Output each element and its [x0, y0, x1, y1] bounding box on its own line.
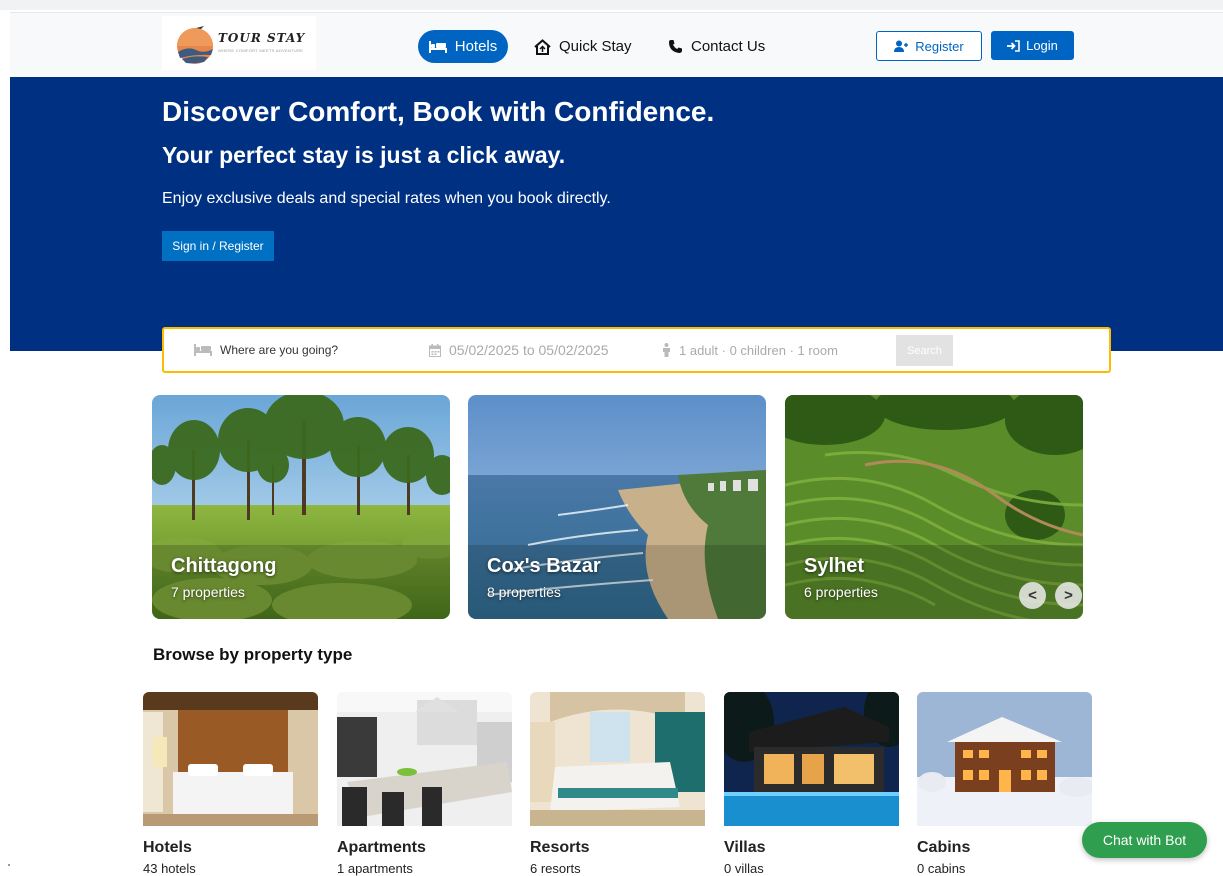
person-icon — [663, 343, 670, 357]
property-type-count: 0 villas — [724, 861, 764, 876]
city-name: Cox's Bazar — [487, 555, 601, 577]
calendar-icon — [429, 343, 441, 357]
bed-icon — [194, 344, 212, 356]
property-type-hotels[interactable]: Hotels 43 hotels — [143, 692, 318, 876]
date-range-field[interactable]: 05/02/2025 to 05/02/2025 — [429, 329, 609, 371]
top-strip — [0, 0, 1223, 10]
city-card-chittagong[interactable]: Chittagong 7 properties — [152, 395, 450, 619]
bed-icon — [428, 40, 447, 53]
search-bar: Where are you going? 05/02/2025 to 05/02… — [162, 327, 1111, 373]
logo-tagline: WHERE COMFORT MEETS ADVENTURE — [218, 48, 304, 53]
property-type-apartments[interactable]: Apartments 1 apartments — [337, 692, 512, 876]
apartments-image — [337, 692, 512, 826]
nav-quick-stay-label: Quick Stay — [559, 38, 632, 55]
guests-field[interactable]: 1 adult · 0 children · 1 room — [662, 329, 838, 371]
property-type-villas[interactable]: Villas 0 villas — [724, 692, 899, 876]
carousel-prev-button[interactable]: < — [1019, 582, 1046, 609]
property-type-count: 43 hotels — [143, 861, 196, 876]
property-type-count: 6 resorts — [530, 861, 581, 876]
hotels-image — [143, 692, 318, 826]
nav-contact-us[interactable]: Contact Us — [668, 30, 765, 63]
city-card-coxs-bazar[interactable]: Cox's Bazar 8 properties — [468, 395, 766, 619]
chat-with-bot-button[interactable]: Chat with Bot — [1082, 822, 1207, 858]
cabins-image — [917, 692, 1092, 826]
property-type-cabins[interactable]: Cabins 0 cabins — [917, 692, 1092, 876]
nav-quick-stay[interactable]: Quick Stay — [534, 30, 632, 63]
city-property-count: 7 properties — [171, 584, 245, 600]
hero-text: Enjoy exclusive deals and special rates … — [162, 190, 611, 207]
date-range-value: 05/02/2025 to 05/02/2025 — [449, 342, 609, 358]
nav-contact-us-label: Contact Us — [691, 38, 766, 55]
logo-sun-icon — [177, 26, 213, 64]
villas-image — [724, 692, 899, 826]
property-type-count: 1 apartments — [337, 861, 413, 876]
property-type-count: 0 cabins — [917, 861, 966, 876]
guests-value: 1 adult · 0 children · 1 room — [679, 342, 838, 358]
property-type-name: Apartments — [337, 839, 426, 856]
hero-subtitle: Your perfect stay is just a click away. — [162, 142, 566, 168]
property-type-name: Cabins — [917, 839, 971, 856]
resorts-image — [530, 692, 705, 826]
login-label: Login — [1026, 38, 1058, 53]
property-type-name: Hotels — [143, 839, 192, 856]
stray-dot — [8, 864, 10, 866]
browse-heading: Browse by property type — [153, 645, 353, 664]
search-button[interactable]: Search — [896, 335, 953, 366]
nav-hotels-label: Hotels — [454, 38, 498, 55]
register-label: Register — [915, 38, 964, 54]
register-button[interactable]: Register — [876, 31, 982, 61]
carousel-next-button[interactable]: > — [1055, 582, 1082, 609]
login-button[interactable]: Login — [991, 31, 1074, 60]
logo-title: TOUR STAY — [218, 31, 306, 45]
nav-hotels[interactable]: Hotels — [418, 30, 508, 63]
city-name: Sylhet — [804, 555, 865, 577]
property-type-resorts[interactable]: Resorts 6 resorts — [530, 692, 705, 876]
hero-title: Discover Comfort, Book with Confidence. — [162, 96, 715, 127]
house-icon — [534, 38, 551, 55]
property-type-name: Villas — [724, 839, 766, 856]
city-property-count: 8 properties — [487, 584, 561, 600]
destination-field[interactable]: Where are you going? — [194, 329, 338, 371]
sign-in-icon — [1007, 39, 1020, 52]
sign-in-register-button[interactable]: Sign in / Register — [162, 231, 274, 261]
phone-icon — [669, 40, 682, 53]
city-property-count: 6 properties — [804, 584, 878, 600]
city-name: Chittagong — [171, 555, 277, 577]
user-plus-icon — [894, 40, 909, 52]
brand-logo[interactable]: TOUR STAY WHERE COMFORT MEETS ADVENTURE — [162, 16, 316, 70]
property-type-name: Resorts — [530, 839, 590, 856]
destination-placeholder: Where are you going? — [220, 343, 339, 357]
